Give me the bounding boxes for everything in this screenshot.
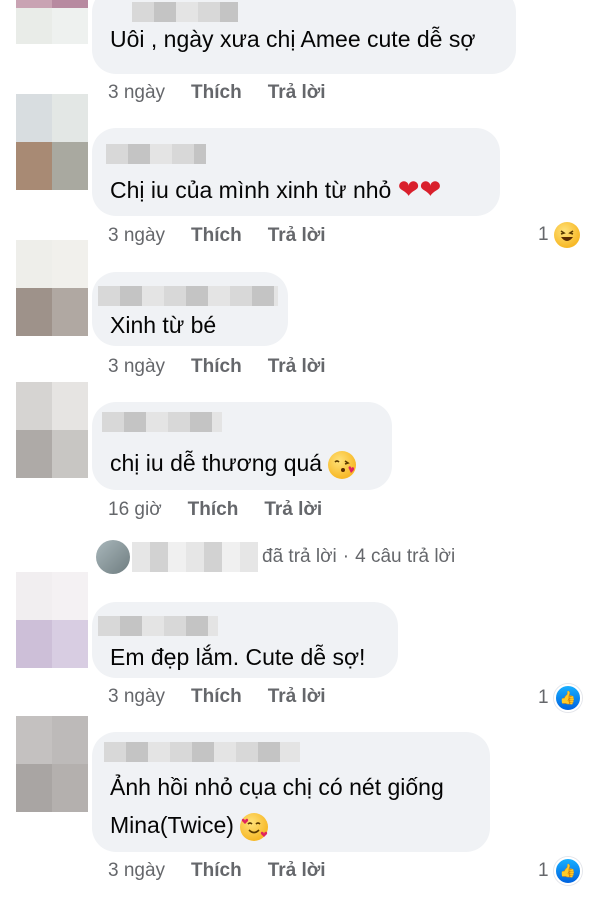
comment-text-line-1: Ảnh hồi nhỏ cụa chị có nét giống	[110, 774, 444, 800]
avatar[interactable]	[16, 572, 88, 668]
avatar[interactable]	[16, 240, 88, 336]
like-icon: 👍	[553, 684, 582, 712]
comment-text-content: chị iu dễ thương quá	[110, 450, 323, 476]
commenter-name-blurred[interactable]	[132, 2, 238, 22]
reaction-count: 1	[538, 224, 549, 245]
commenter-name-blurred[interactable]	[104, 742, 300, 762]
comment-bubble: Chị iu của mình xinh từ nhỏ ❤❤	[92, 128, 500, 216]
comment-text-content: Mina(Twice)	[110, 812, 234, 838]
comment-meta: 3 ngày Thích Trả lời	[108, 82, 326, 104]
comment-text: chị iu dễ thương quá	[110, 446, 357, 480]
reply-action-button[interactable]: Trả lời	[268, 82, 326, 104]
comment-time[interactable]: 16 giờ	[108, 499, 162, 521]
red-heart-icon: ❤	[397, 174, 420, 204]
avatar[interactable]	[16, 382, 88, 478]
kissing-face-emoji-icon	[328, 450, 357, 479]
comment-time[interactable]: 3 ngày	[108, 686, 165, 708]
like-icon: 👍	[553, 857, 582, 885]
like-action-button[interactable]: Thích	[191, 225, 242, 247]
avatar[interactable]	[16, 0, 88, 44]
reply-action-button[interactable]: Trả lời	[268, 356, 326, 378]
comment-text: Em đẹp lắm. Cute dễ sợ!	[110, 644, 366, 670]
replier-name-blurred[interactable]	[132, 542, 258, 572]
comment-bubble: Uôi , ngày xưa chị Amee cute dễ sợ	[92, 0, 516, 74]
reply-action-button[interactable]: Trả lời	[268, 860, 326, 882]
comment-text: Chị iu của mình xinh từ nhỏ ❤❤	[110, 172, 441, 207]
reaction-summary[interactable]: 1 👍	[538, 684, 582, 712]
like-action-button[interactable]: Thích	[191, 860, 242, 882]
separator-dot: ·	[342, 546, 350, 567]
like-action-button[interactable]: Thích	[191, 82, 242, 104]
avatar[interactable]	[16, 716, 88, 812]
reaction-count: 1	[538, 687, 549, 708]
comment-bubble: Em đẹp lắm. Cute dễ sợ!	[92, 602, 398, 678]
comment-text: Xinh từ bé	[110, 312, 217, 338]
comment-text-line-2: Mina(Twice)	[110, 808, 269, 842]
comment-text-content: Chị iu của mình xinh từ nhỏ	[110, 177, 392, 203]
commenter-name-blurred[interactable]	[106, 144, 206, 164]
comment-meta: 3 ngày Thích Trả lời	[108, 686, 326, 708]
reaction-count: 1	[538, 860, 549, 881]
replies-summary-link[interactable]: đã trả lời · 4 câu trả lời	[96, 540, 455, 574]
comment-meta: 3 ngày Thích Trả lời	[108, 356, 326, 378]
commenter-name-blurred[interactable]	[102, 412, 222, 432]
smiling-face-with-hearts-emoji-icon	[240, 812, 269, 841]
comment-bubble: Ảnh hồi nhỏ cụa chị có nét giống Mina(Tw…	[92, 732, 490, 852]
reply-action-button[interactable]: Trả lời	[268, 686, 326, 708]
reaction-summary[interactable]: 1 👍	[538, 857, 582, 885]
avatar[interactable]	[16, 94, 88, 190]
like-action-button[interactable]: Thích	[191, 686, 242, 708]
laughing-emoji-icon	[553, 222, 580, 248]
comment-meta: 3 ngày Thích Trả lời	[108, 860, 326, 882]
comment-time[interactable]: 3 ngày	[108, 356, 165, 378]
comment-time[interactable]: 3 ngày	[108, 82, 165, 104]
reply-action-button[interactable]: Trả lời	[264, 499, 322, 521]
reaction-summary[interactable]: 1	[538, 222, 580, 248]
like-action-button[interactable]: Thích	[191, 356, 242, 378]
comment-time[interactable]: 3 ngày	[108, 860, 165, 882]
comment-bubble: chị iu dễ thương quá	[92, 402, 392, 490]
comment-time[interactable]: 3 ngày	[108, 225, 165, 247]
commenter-name-blurred[interactable]	[98, 616, 218, 636]
comment-bubble: Xinh từ bé	[92, 272, 288, 346]
replied-label: đã trả lời	[262, 546, 337, 567]
comment-text: Uôi , ngày xưa chị Amee cute dễ sợ	[110, 26, 476, 52]
like-action-button[interactable]: Thích	[188, 499, 239, 521]
red-heart-icon: ❤	[419, 174, 442, 204]
reply-action-button[interactable]: Trả lời	[268, 225, 326, 247]
avatar[interactable]	[96, 540, 130, 574]
commenter-name-blurred[interactable]	[98, 286, 278, 306]
comment-meta: 16 giờ Thích Trả lời	[108, 499, 322, 521]
comment-meta: 3 ngày Thích Trả lời	[108, 225, 326, 247]
reply-count: 4 câu trả lời	[355, 546, 456, 567]
